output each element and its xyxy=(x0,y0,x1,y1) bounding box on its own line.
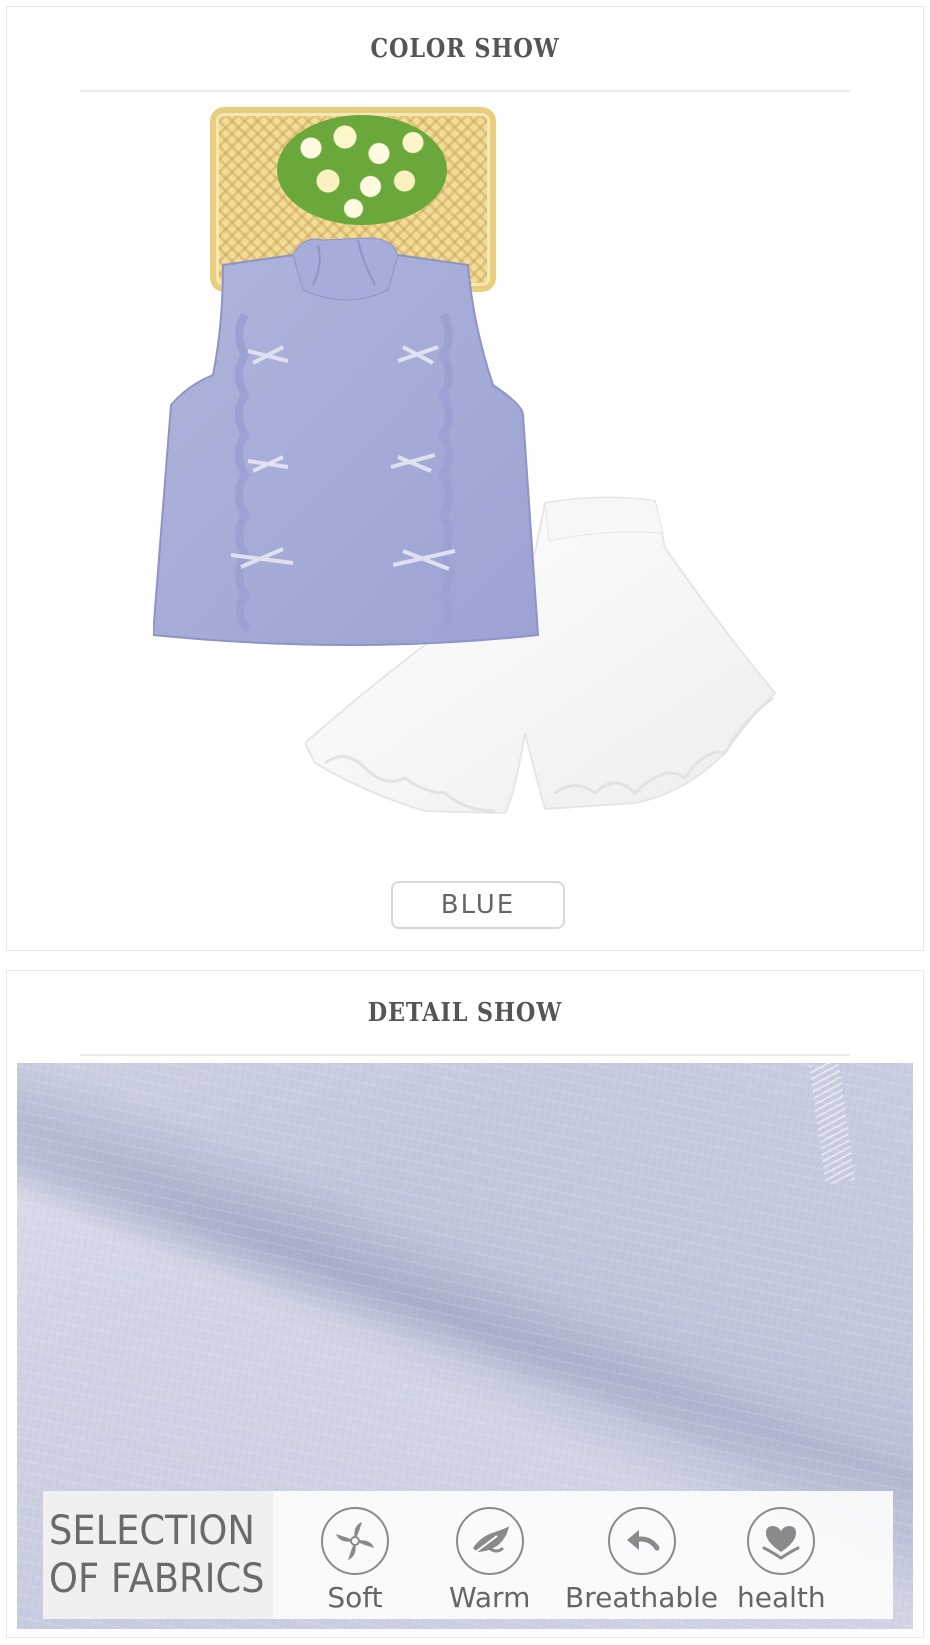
color-show-panel: COLOR SHOW BLUE xyxy=(6,6,924,951)
feature-health: health xyxy=(737,1507,826,1614)
heart-hand-icon xyxy=(747,1507,816,1575)
feature-breathable: Breathable xyxy=(565,1507,718,1614)
fabric-feature-bar: SELECTION OF FABRICS Soft Warm Breathabl… xyxy=(43,1491,893,1619)
feature-soft: Soft xyxy=(321,1507,389,1614)
return-arrow-icon xyxy=(607,1507,676,1575)
feature-list: Soft Warm Breathable health xyxy=(273,1491,893,1619)
detail-show-title: DETAIL SHOW xyxy=(79,971,851,1056)
color-label-button[interactable]: BLUE xyxy=(391,881,565,929)
blue-top-image xyxy=(153,237,540,646)
feature-breathable-label: Breathable xyxy=(565,1581,719,1614)
feather-icon xyxy=(455,1507,524,1575)
color-show-title: COLOR SHOW xyxy=(79,7,851,92)
product-image xyxy=(7,95,925,855)
flowers-image xyxy=(277,115,447,225)
detail-show-panel: DETAIL SHOW SELECTION OF FABRICS Soft Wa… xyxy=(6,970,924,1638)
swirl-icon xyxy=(321,1507,389,1575)
feature-warm-label: Warm xyxy=(449,1581,531,1614)
feature-warm: Warm xyxy=(449,1507,530,1614)
selection-line-2: OF FABRICS xyxy=(49,1556,265,1602)
feature-health-label: health xyxy=(737,1581,826,1614)
fabric-detail-image: SELECTION OF FABRICS Soft Warm Breathabl… xyxy=(17,1063,913,1629)
fabric-seam xyxy=(808,1063,856,1185)
selection-line-1: SELECTION xyxy=(49,1508,255,1554)
selection-of-fabrics-label: SELECTION OF FABRICS xyxy=(43,1491,273,1619)
feature-soft-label: Soft xyxy=(327,1581,383,1614)
